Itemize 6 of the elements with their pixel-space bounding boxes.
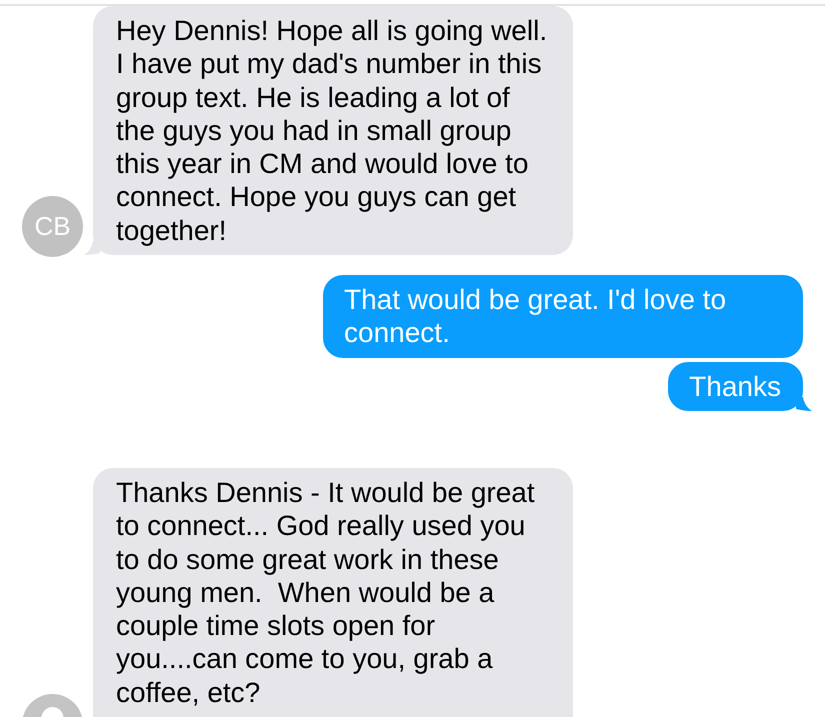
message-bubble: Hey Dennis! Hope all is going well. I have put my dad's number in this group text. He is leading a lot of the guys you had in small group this year in CM and would love to connect. Hope you guys can get together!	[93, 6, 573, 256]
avatar-silhouette-icon	[22, 694, 83, 717]
message-bubble: Thanks Dennis - It would be great to connect... God really used you to do some great work in these young men. When would be a couple time slots open for you....can come to you, grab a coffee, etc?	[93, 468, 573, 717]
message-bubble: Thanks	[668, 362, 803, 411]
avatar: CB	[22, 196, 83, 258]
message-bubble: That would be great. I'd love to connect.	[323, 275, 803, 358]
